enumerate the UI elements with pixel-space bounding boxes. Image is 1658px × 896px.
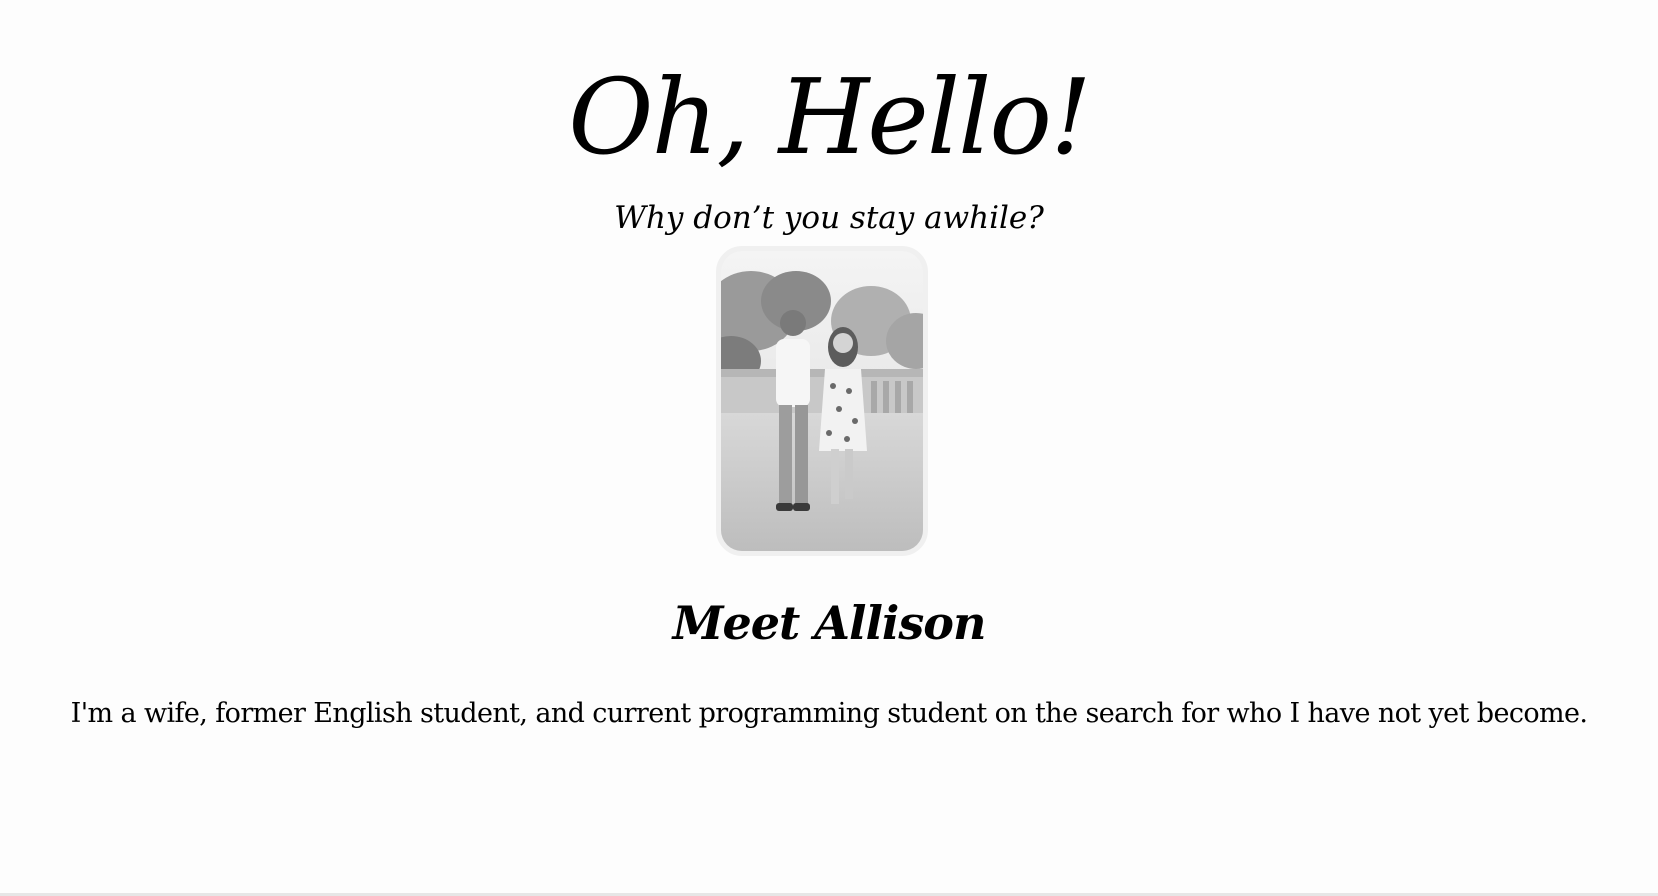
page: Oh, Hello! Why don’t you stay awhile? Me… — [0, 0, 1658, 896]
profile-photo — [716, 246, 928, 556]
hero-title: Oh, Hello! — [568, 56, 1092, 178]
hero-subtitle: Why don’t you stay awhile? — [614, 200, 1044, 236]
about-bio: I'm a wife, former English student, and … — [70, 698, 1588, 729]
couple-photo-illustration — [721, 251, 923, 551]
about-heading: Meet Allison — [672, 596, 987, 650]
